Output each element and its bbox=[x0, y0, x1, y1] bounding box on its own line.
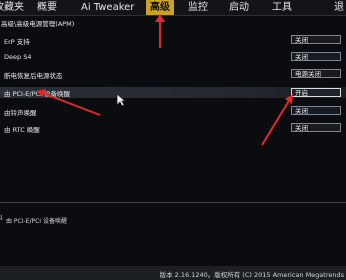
version-text: 版本 2.16.1240。版权所有 (C) 2015 American Mega… bbox=[159, 271, 344, 279]
arrow-head-advanced bbox=[155, 14, 165, 22]
arrow-to-pcie-value bbox=[261, 98, 291, 146]
red-annotation-arrows bbox=[36, 14, 293, 146]
footer-bar: 版本 2.16.1240。版权所有 (C) 2015 American Mega… bbox=[0, 266, 346, 280]
arrow-to-pcie-label bbox=[39, 91, 101, 116]
help-text: 由 PCI-E/PCI 设备唤醒 bbox=[6, 218, 67, 225]
arrow-head-pcie-label bbox=[36, 89, 46, 97]
info-icon: ℹ bbox=[0, 214, 3, 222]
help-divider bbox=[0, 202, 346, 203]
